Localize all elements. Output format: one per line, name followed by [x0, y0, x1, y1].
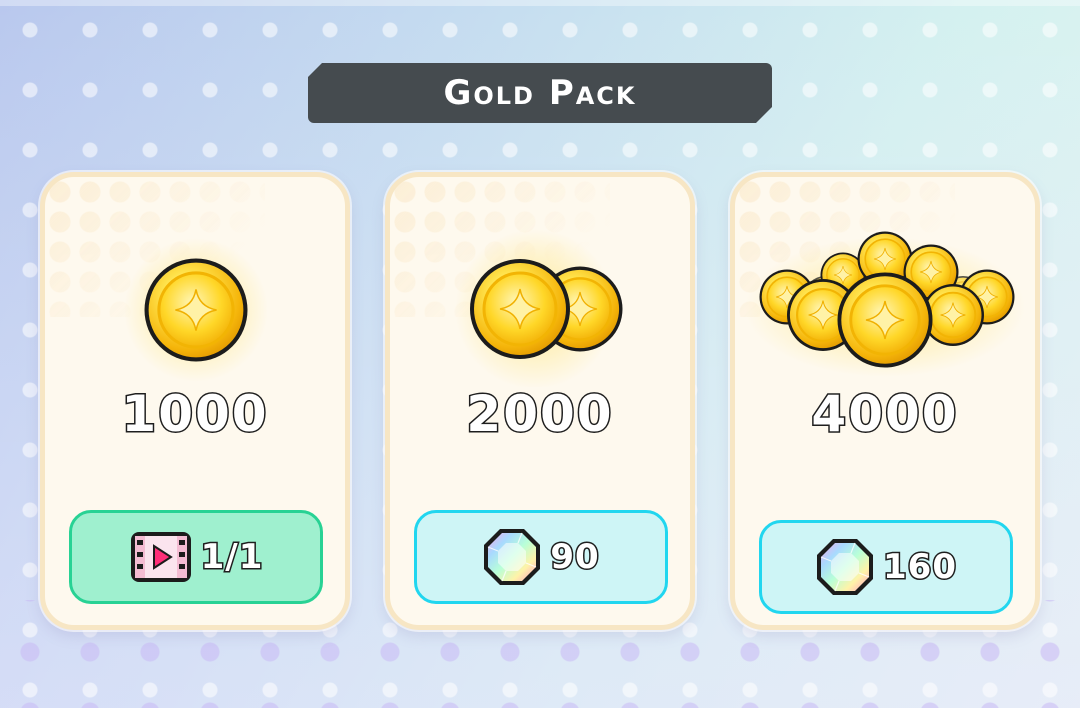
gold-coin-pile-icon [735, 217, 1035, 387]
watch-ad-buy-button[interactable]: 1/1 [69, 510, 323, 604]
rainbow-gem-icon [482, 527, 542, 587]
pack-card-4000[interactable]: 4000 160 [730, 172, 1040, 630]
rainbow-gem-icon [815, 537, 875, 597]
top-edge-strip [0, 0, 1080, 6]
ad-count-label: 1/1 [199, 536, 264, 579]
pack-card-2000[interactable]: 2000 90 [385, 172, 695, 630]
pack-amount: 1000 [120, 384, 269, 445]
title-banner: Gold Pack [308, 63, 772, 123]
page-title: Gold Pack [443, 73, 637, 113]
pack-amount: 2000 [465, 384, 614, 445]
two-gold-coins-icon [390, 217, 690, 389]
pack-amount: 4000 [810, 384, 959, 445]
gem-price-label: 160 [882, 546, 958, 589]
pack-card-1000[interactable]: 1000 1/1 [40, 172, 350, 630]
single-gold-coin-icon [45, 217, 345, 387]
gem-price-label: 90 [549, 536, 600, 579]
gem-buy-button[interactable]: 160 [759, 520, 1013, 614]
video-ad-icon [129, 530, 193, 584]
gem-buy-button[interactable]: 90 [414, 510, 668, 604]
